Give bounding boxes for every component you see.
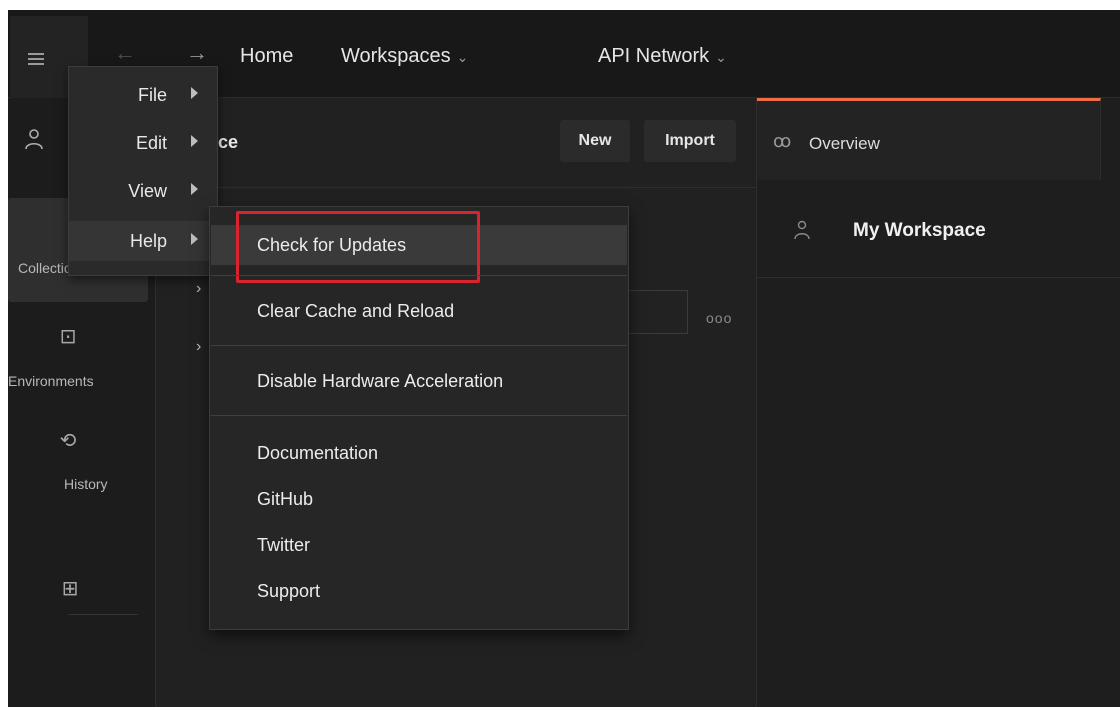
submenu-arrow-icon (191, 135, 198, 147)
menu-item-documentation[interactable]: Documentation (211, 433, 627, 473)
user-icon (794, 220, 810, 240)
more-options-icon[interactable]: ooo (706, 310, 732, 326)
chevron-right-icon[interactable]: › (196, 280, 201, 298)
nav-api-network-label: API Network (598, 45, 710, 67)
menu-item-label: View (128, 181, 167, 201)
submenu-arrow-icon (191, 233, 198, 245)
chevron-down-icon: ⌄ (456, 49, 469, 65)
import-button[interactable]: Import (644, 120, 736, 162)
menu-item-file[interactable]: File (69, 75, 217, 115)
menu-item-twitter[interactable]: Twitter (211, 525, 627, 565)
menu-item-label: Edit (135, 133, 167, 153)
help-submenu: Check for Updates Clear Cache and Reload… (209, 206, 629, 630)
panel-header: ce New Import (156, 98, 756, 188)
panel-title: ce (218, 132, 239, 152)
menu-item-support[interactable]: Support (211, 571, 627, 611)
back-arrow-icon[interactable]: ← (114, 40, 136, 66)
menu-item-label: Twitter (257, 535, 311, 555)
menu-item-view[interactable]: View (69, 171, 217, 211)
app-window: ← → Home Workspaces ⌄ API Network ⌄ Collec… (8, 10, 1120, 707)
forward-arrow-icon[interactable]: → (186, 40, 208, 66)
menu-item-github[interactable]: GitHub (211, 479, 627, 519)
add-widget-icon[interactable]: ⊞ (50, 576, 90, 601)
environment-icon: ⊡ (59, 326, 77, 348)
menu-item-label: Documentation (257, 443, 379, 463)
tab-overview[interactable]: ꝏ Overview (757, 98, 1101, 180)
menu-item-label: File (137, 85, 167, 105)
chevron-right-icon[interactable]: › (196, 338, 201, 356)
overview-icon: ꝏ (773, 131, 792, 151)
new-button[interactable]: New (560, 120, 630, 162)
menu-item-help[interactable]: Help (69, 221, 217, 261)
menu-separator (211, 415, 627, 416)
menu-item-label: Disable Hardware Acceleration (257, 371, 504, 391)
divider (68, 614, 138, 615)
nav-workspaces-label: Workspaces (341, 45, 451, 67)
highlight-annotation (236, 211, 480, 283)
menu-item-label: Support (257, 581, 321, 601)
nav-workspaces[interactable]: Workspaces ⌄ (341, 44, 468, 69)
hamburger-icon (28, 53, 44, 65)
workspace-row: My Workspace (757, 180, 1120, 278)
app-menu: File Edit View Help (68, 66, 218, 276)
nav-api-network[interactable]: API Network ⌄ (598, 44, 727, 69)
nav-home[interactable]: Home (240, 44, 293, 68)
submenu-arrow-icon (191, 183, 198, 195)
menu-item-label: GitHub (257, 489, 314, 509)
user-icon[interactable] (24, 128, 44, 150)
chevron-down-icon: ⌄ (715, 49, 727, 65)
tab-overview-label: Overview (809, 134, 880, 153)
menu-item-label: Clear Cache and Reload (257, 301, 455, 321)
history-icon: ⟲ (59, 430, 77, 452)
right-panel: ꝏ Overview My Workspace (756, 98, 1120, 707)
submenu-arrow-icon (191, 87, 198, 99)
menu-separator (211, 275, 627, 276)
menu-item-disable-hw-accel[interactable]: Disable Hardware Acceleration (211, 361, 627, 401)
workspace-title: My Workspace (853, 220, 986, 241)
menu-item-label: Help (129, 231, 167, 251)
menu-item-edit[interactable]: Edit (69, 123, 217, 163)
menu-separator (211, 345, 627, 346)
menu-item-clear-cache[interactable]: Clear Cache and Reload (211, 291, 627, 331)
sidebar-item-label: Environments (8, 373, 94, 389)
